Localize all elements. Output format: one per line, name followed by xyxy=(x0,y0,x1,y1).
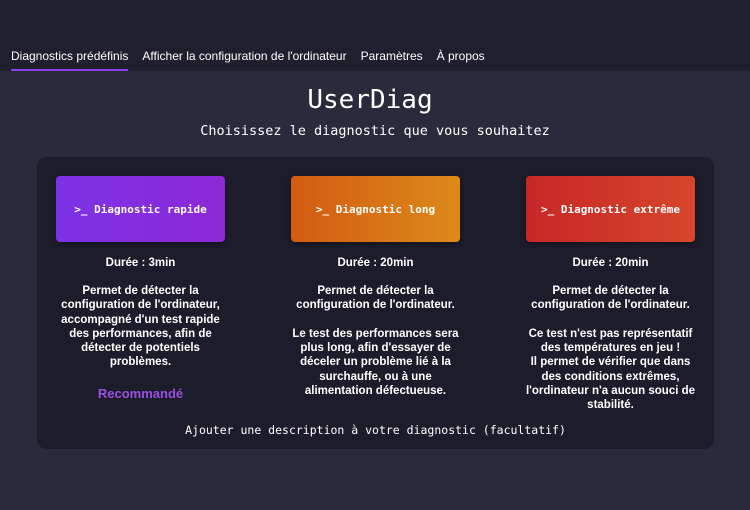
recommended-badge: Recommandé xyxy=(97,386,184,401)
tab-a-propos[interactable]: À propos xyxy=(437,48,485,71)
diagnostic-long-button[interactable]: >_ Diagnostic long xyxy=(291,176,460,242)
card-description: Permet de détecter la configuration de l… xyxy=(525,285,696,412)
card-diagnostic-extreme: >_ Diagnostic extrême Durée : 20min Perm… xyxy=(507,157,714,412)
card-description: Permet de détecter la configuration de l… xyxy=(292,285,459,398)
card-duration: Durée : 3min xyxy=(105,257,176,269)
tab-afficher-configuration[interactable]: Afficher la configuration de l'ordinateu… xyxy=(142,48,346,71)
diagnostic-rapide-button[interactable]: >_ Diagnostic rapide xyxy=(56,176,225,242)
card-diagnostic-rapide: >_ Diagnostic rapide Durée : 3min Permet… xyxy=(37,157,244,412)
tab-bar: Diagnostics prédéfinis Afficher la confi… xyxy=(0,48,488,71)
card-duration: Durée : 20min xyxy=(337,257,414,269)
tab-parametres[interactable]: Paramètres xyxy=(361,48,423,71)
add-description-link[interactable]: Ajouter une description à votre diagnost… xyxy=(37,423,714,437)
top-navigation-bar: Diagnostics prédéfinis Afficher la confi… xyxy=(0,0,750,71)
diagnostic-extreme-button[interactable]: >_ Diagnostic extrême xyxy=(526,176,695,242)
page-subtitle: Choisissez le diagnostic que vous souhai… xyxy=(200,123,550,139)
tab-diagnostics-predefinis[interactable]: Diagnostics prédéfinis xyxy=(11,48,129,71)
card-duration: Durée : 20min xyxy=(572,257,649,269)
page-title: UserDiag xyxy=(307,85,433,115)
card-description: Permet de détecter la configuration de l… xyxy=(61,285,220,369)
card-diagnostic-long: >_ Diagnostic long Durée : 20min Permet … xyxy=(272,157,479,412)
